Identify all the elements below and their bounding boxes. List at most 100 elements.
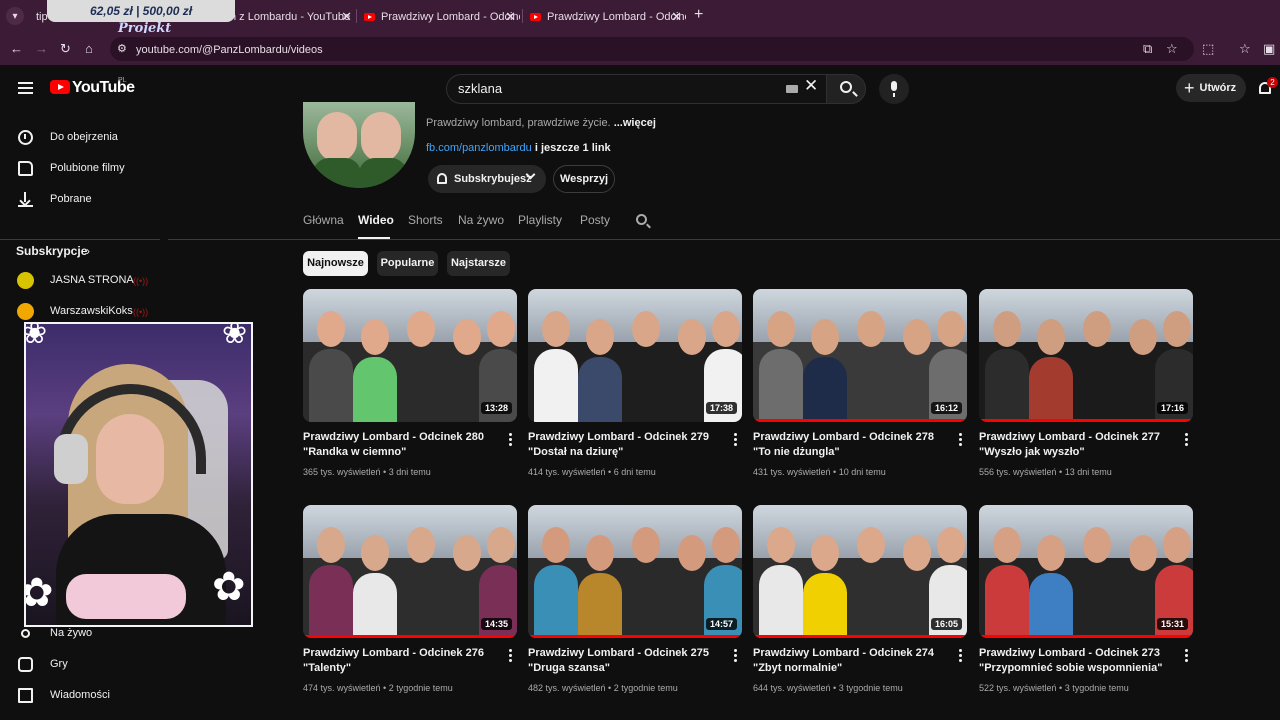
chip-oldest[interactable]: Najstarsze	[447, 251, 510, 276]
video-thumbnail[interactable]: 13:28	[303, 289, 517, 422]
tab-3[interactable]: Prawdziwy Lombard - Odcinek ✕	[364, 4, 520, 29]
video-title[interactable]: Prawdziwy Lombard - Odcinek 273 "Przypom…	[979, 646, 1175, 676]
more-options-icon[interactable]	[509, 649, 512, 662]
clear-search-icon[interactable]: ✕	[804, 76, 818, 96]
more-options-icon[interactable]	[959, 649, 962, 662]
back-arrow-icon[interactable]: ←	[10, 41, 23, 56]
thumbnail-person	[985, 565, 1029, 638]
sidebar-item-downloads[interactable]: Pobrane	[0, 185, 168, 215]
close-icon[interactable]: ✕	[505, 9, 516, 25]
more-options-icon[interactable]	[734, 649, 737, 662]
video-title[interactable]: Prawdziwy Lombard - Odcinek 275 "Druga s…	[528, 646, 724, 676]
video-card[interactable]: 17:38 Prawdziwy Lombard - Odcinek 279 "D…	[528, 289, 742, 499]
tab-shorts[interactable]: Shorts	[408, 213, 443, 227]
chevron-right-icon[interactable]: ›	[86, 244, 90, 258]
more-options-icon[interactable]	[1185, 433, 1188, 446]
sidebar-item-news[interactable]: Wiadomości	[0, 681, 168, 711]
thumbnail-face	[857, 527, 885, 563]
more-options-icon[interactable]	[1185, 649, 1188, 662]
video-title[interactable]: Prawdziwy Lombard - Odcinek 278 "To nie …	[753, 430, 949, 460]
watch-progress-bar	[753, 419, 967, 422]
subscribed-button[interactable]: Subskrybujesz	[428, 165, 546, 193]
watch-progress-bar	[979, 419, 1193, 422]
tab-2[interactable]: n z Lombardu - YouTube ✕	[230, 4, 356, 29]
thumbnail-person	[849, 349, 893, 422]
video-thumbnail[interactable]: 16:12	[753, 289, 967, 422]
video-thumbnail[interactable]: 15:31	[979, 505, 1193, 638]
video-title[interactable]: Prawdziwy Lombard - Odcinek 276 "Talenty…	[303, 646, 499, 676]
tab-home[interactable]: Główna	[303, 213, 344, 227]
install-app-icon[interactable]: ⧉	[1143, 41, 1152, 57]
video-views: 414 tys. wyświetleń	[528, 467, 606, 477]
more-link[interactable]: ...więcej	[614, 117, 656, 129]
subscriptions-title[interactable]: Subskrypcje	[16, 244, 87, 258]
forward-arrow-icon[interactable]: →	[35, 41, 48, 56]
search-input[interactable]	[446, 74, 826, 104]
sidebar-item-games[interactable]: Gry	[0, 650, 168, 680]
tab-playlists[interactable]: Playlisty	[518, 213, 562, 227]
video-card[interactable]: 14:57 Prawdziwy Lombard - Odcinek 275 "D…	[528, 505, 742, 715]
video-card[interactable]: 14:35 Prawdziwy Lombard - Odcinek 276 "T…	[303, 505, 517, 715]
video-title[interactable]: Prawdziwy Lombard - Odcinek 280 "Randka …	[303, 430, 499, 460]
thumbnail-face	[937, 527, 965, 563]
reload-icon[interactable]: ↻	[60, 41, 71, 57]
tab-title: Prawdziwy Lombard - Odcinek	[381, 10, 520, 23]
channel-search-icon[interactable]	[636, 214, 647, 225]
more-options-icon[interactable]	[509, 433, 512, 446]
support-button[interactable]: Wesprzyj	[553, 165, 615, 193]
sidebar-item-watch-later[interactable]: Do obejrzenia	[0, 123, 168, 153]
favorites-icon[interactable]: ☆	[1239, 41, 1251, 57]
chip-popular[interactable]: Popularne	[377, 251, 438, 276]
video-card[interactable]: 15:31 Prawdziwy Lombard - Odcinek 273 "P…	[979, 505, 1193, 715]
video-card[interactable]: 16:05 Prawdziwy Lombard - Odcinek 274 "Z…	[753, 505, 967, 715]
headset-earcup	[54, 434, 88, 484]
sidebar-item-liked[interactable]: Polubione filmy	[0, 154, 168, 184]
thumbnail-face	[361, 535, 389, 571]
thumbnail-face	[857, 311, 885, 347]
more-options-icon[interactable]	[734, 433, 737, 446]
close-icon[interactable]: ✕	[341, 9, 352, 25]
video-card[interactable]: 16:12 Prawdziwy Lombard - Odcinek 278 "T…	[753, 289, 967, 499]
tab-search-button[interactable]: ▾	[6, 7, 24, 25]
profile-icon[interactable]: ▣	[1263, 41, 1275, 57]
create-button[interactable]: + Utwórz	[1176, 74, 1246, 102]
download-icon	[18, 192, 33, 207]
thumbnail-person	[1029, 357, 1073, 422]
video-title[interactable]: Prawdziwy Lombard - Odcinek 274 "Zbyt no…	[753, 646, 949, 676]
extensions-icon[interactable]: ⬚	[1202, 41, 1214, 57]
new-tab-plus-icon[interactable]: +	[694, 6, 703, 24]
video-thumbnail[interactable]: 17:38	[528, 289, 742, 422]
youtube-logo-icon[interactable]	[50, 80, 70, 94]
bookmark-star-icon[interactable]: ☆	[1166, 41, 1178, 57]
more-links-button[interactable]: i jeszcze 1 link	[535, 142, 611, 154]
channel-avatar[interactable]	[303, 102, 415, 188]
thumbnail-face	[1163, 527, 1191, 563]
sidebar-subscription-jasna-strona[interactable]: JASNA STRONA ((•))	[0, 266, 168, 296]
home-icon[interactable]: ⌂	[85, 41, 93, 56]
tab-live[interactable]: Na żywo	[458, 213, 504, 227]
chip-newest[interactable]: Najnowsze	[303, 251, 368, 276]
video-card[interactable]: 17:16 Prawdziwy Lombard - Odcinek 277 "W…	[979, 289, 1193, 499]
keyboard-icon[interactable]	[786, 85, 798, 93]
video-title[interactable]: Prawdziwy Lombard - Odcinek 279 "Dostał …	[528, 430, 724, 460]
tab-videos[interactable]: Wideo	[358, 213, 394, 227]
voice-search-button[interactable]	[879, 74, 909, 104]
search-value: szklana	[458, 81, 503, 96]
video-thumbnail[interactable]: 17:16	[979, 289, 1193, 422]
close-icon[interactable]: ✕	[671, 9, 682, 25]
more-options-icon[interactable]	[959, 433, 962, 446]
video-thumbnail[interactable]: 14:35	[303, 505, 517, 638]
video-title[interactable]: Prawdziwy Lombard - Odcinek 277 "Wyszło …	[979, 430, 1175, 460]
video-card[interactable]: 13:28 Prawdziwy Lombard - Odcinek 280 "R…	[303, 289, 517, 499]
video-age: 3 tygodnie temu	[1064, 683, 1129, 693]
tab-4[interactable]: Prawdziwy Lombard - Odcinek ✕	[530, 4, 686, 29]
tab-posts[interactable]: Posty	[580, 213, 610, 227]
thumbnail-person	[578, 357, 622, 422]
search-button[interactable]	[826, 74, 866, 104]
channel-facebook-link[interactable]: fb.com/panzlombardu	[426, 142, 532, 154]
menu-icon[interactable]	[18, 82, 33, 94]
site-info-icon[interactable]: ⚙	[117, 42, 127, 55]
video-thumbnail[interactable]: 14:57	[528, 505, 742, 638]
video-thumbnail[interactable]: 16:05	[753, 505, 967, 638]
thumbnail-face	[453, 319, 481, 355]
